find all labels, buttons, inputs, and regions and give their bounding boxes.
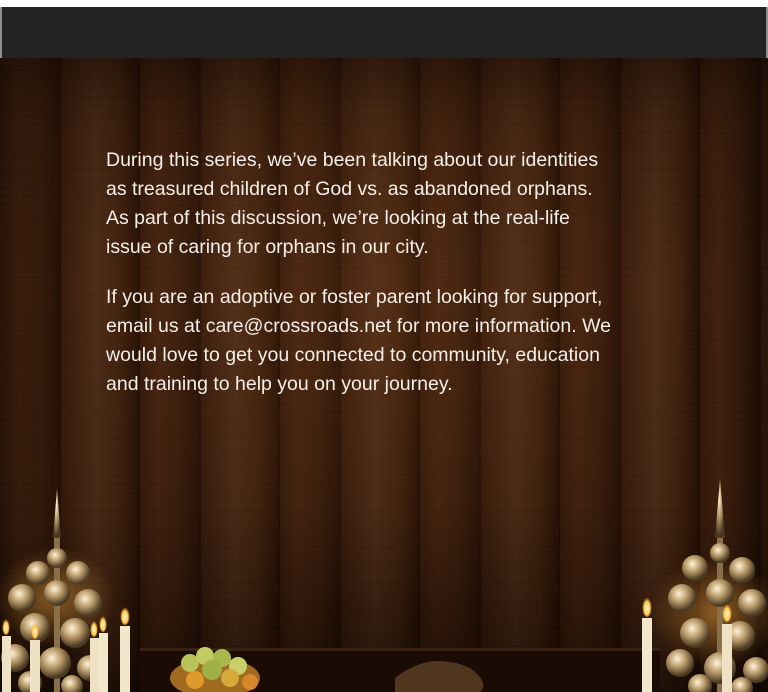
top-bar — [0, 7, 768, 58]
top-strip — [0, 0, 768, 7]
contact-paragraph: If you are an adoptive or foster parent … — [106, 286, 611, 395]
intro-paragraph: During this series, we’ve been talking a… — [106, 149, 599, 258]
page: During this series, we’ve been talking a… — [0, 0, 768, 692]
hero-section: During this series, we’ve been talking a… — [0, 58, 768, 692]
candelabra-right-icon — [650, 478, 768, 692]
message-text: During this series, we’ve been talking a… — [106, 146, 616, 420]
